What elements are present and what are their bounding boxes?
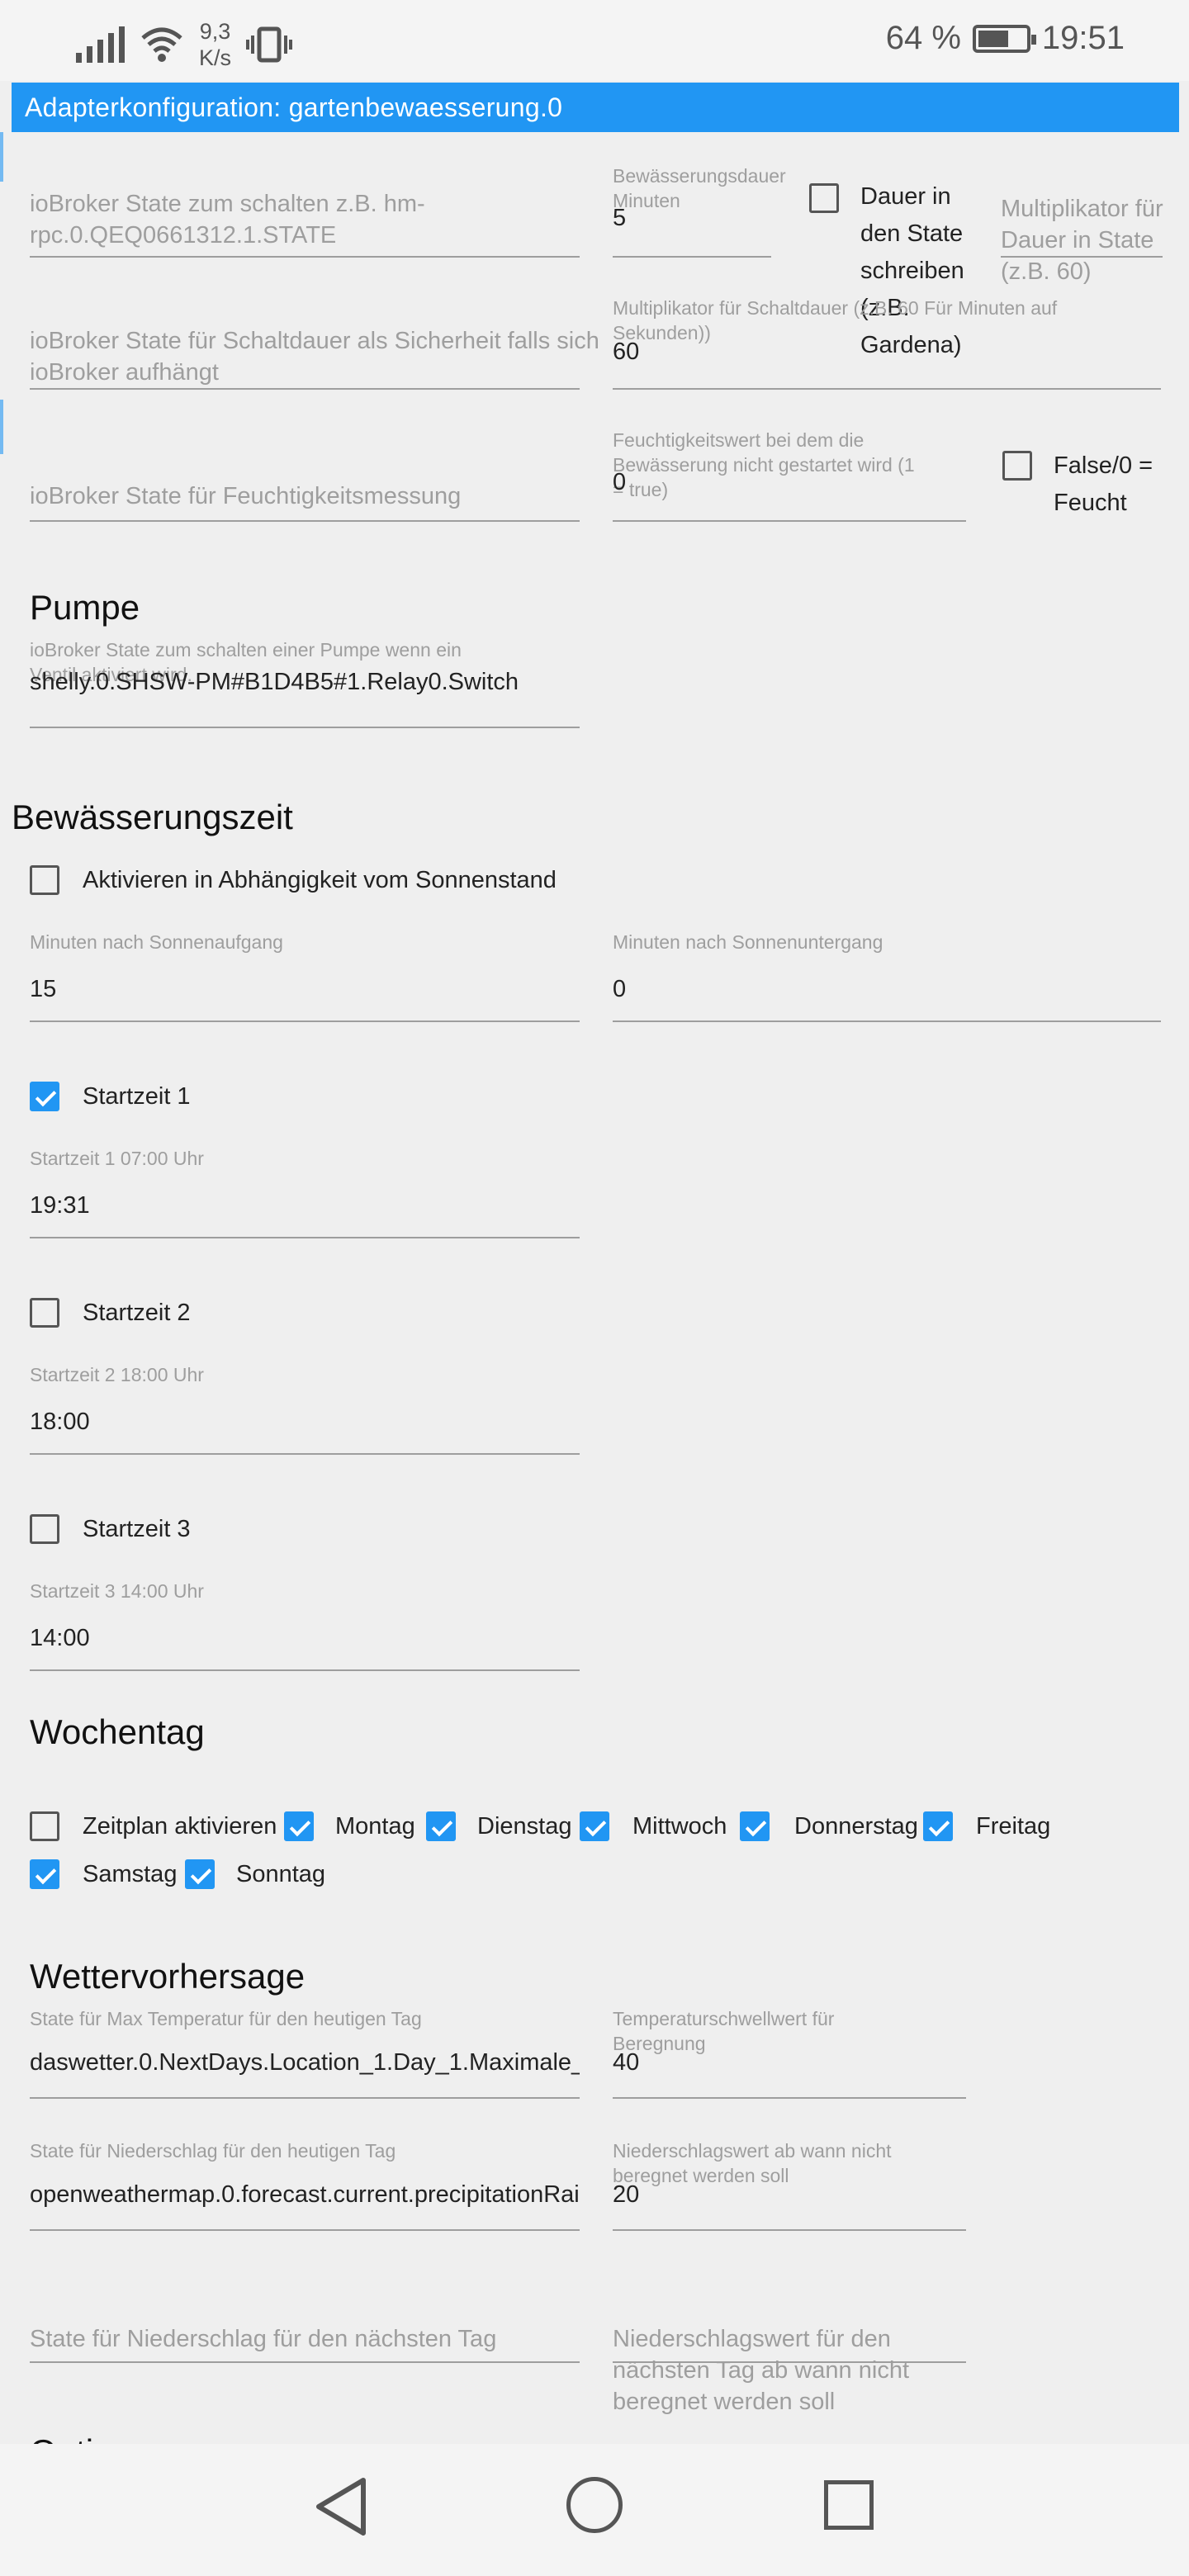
valve-state-input[interactable]: ioBroker State zum schalten z.B. hm-rpc.… xyxy=(30,182,580,258)
pump-section-title: Pumpe xyxy=(30,588,140,627)
irrigation-time-section-title: Bewässerungszeit xyxy=(12,798,293,836)
day-checkbox-wednesday[interactable]: Mittwoch xyxy=(580,1811,727,1841)
start1-time-input[interactable]: Startzeit 1 07:00 Uhr 19:31 xyxy=(30,1146,580,1238)
humidity-value-input[interactable]: Feuchtigkeitswert bei dem die Bewässerun… xyxy=(613,428,966,522)
start2-time-input[interactable]: Startzeit 2 18:00 Uhr 18:00 xyxy=(30,1362,580,1455)
checkbox-box[interactable] xyxy=(30,1514,59,1544)
checkbox-box[interactable] xyxy=(809,183,839,213)
weekday-section-title: Wochentag xyxy=(30,1712,205,1751)
max-temp-state-input[interactable]: State für Max Temperatur für den heutige… xyxy=(30,2006,580,2099)
day-checkbox-friday[interactable]: Freitag xyxy=(923,1811,1050,1841)
sunset-minutes-input[interactable]: Minuten nach Sonnenuntergang 0 xyxy=(613,930,1161,1022)
day-checkbox-saturday[interactable]: Samstag xyxy=(30,1859,177,1889)
signal-icon xyxy=(76,26,125,63)
checkbox-box[interactable] xyxy=(185,1859,215,1889)
multiplier-input[interactable]: Multiplikator für Dauer in State (z.B. 6… xyxy=(1001,196,1163,285)
rain-threshold-input[interactable]: Niederschlagswert ab wann nicht beregnet… xyxy=(613,2138,966,2231)
checkbox-box[interactable] xyxy=(30,1298,59,1328)
checkbox-box[interactable] xyxy=(30,865,59,895)
wifi-icon xyxy=(141,27,182,62)
day-checkbox-thursday[interactable]: Donnerstag xyxy=(740,1811,918,1841)
checkbox-box[interactable] xyxy=(923,1811,953,1841)
false-wet-checkbox[interactable]: False/0 = Feucht xyxy=(1002,451,1177,522)
pump-state-input[interactable]: ioBroker State zum schalten einer Pumpe … xyxy=(30,637,580,728)
checkbox-box[interactable] xyxy=(30,1082,59,1111)
humidity-state-input[interactable]: ioBroker State für Feuchtigkeitsmessung xyxy=(30,446,580,522)
temp-threshold-input[interactable]: Temperaturschwellwert für Beregnung 40 xyxy=(613,2006,966,2099)
back-icon[interactable] xyxy=(314,2477,368,2536)
day-checkbox-tuesday[interactable]: Dienstag xyxy=(426,1811,571,1841)
sunrise-minutes-input[interactable]: Minuten nach Sonnenaufgang 15 xyxy=(30,930,580,1022)
config-form: ioBroker State zum schalten z.B. hm-rpc.… xyxy=(0,132,1189,2444)
rain-next-state-input[interactable]: State für Niederschlag für den nächsten … xyxy=(30,2271,580,2363)
sun-checkbox[interactable]: Aktivieren in Abhängigkeit vom Sonnensta… xyxy=(30,865,557,895)
battery-percent: 64 % xyxy=(885,20,961,56)
checkbox-box[interactable] xyxy=(30,1859,59,1889)
status-left: 9,3 K/s xyxy=(76,18,293,71)
schedule-checkbox[interactable]: Zeitplan aktivieren xyxy=(30,1811,277,1841)
page-title: Adapterkonfiguration: gartenbewaesserung… xyxy=(12,83,1179,132)
status-right: 64 % 19:51 xyxy=(886,20,1125,57)
duration-input[interactable]: Bewässerungsdauer Minuten 5 xyxy=(613,163,786,258)
checkbox-box[interactable] xyxy=(284,1811,314,1841)
battery-icon xyxy=(972,24,1036,53)
clock: 19:51 xyxy=(1041,20,1125,56)
status-bar: 9,3 K/s 64 % 19:51 xyxy=(0,0,1189,81)
checkbox-box[interactable] xyxy=(740,1811,770,1841)
rain-today-state-input[interactable]: State für Niederschlag für den heutigen … xyxy=(30,2138,580,2231)
checkbox-box[interactable] xyxy=(580,1811,609,1841)
vibrate-icon xyxy=(246,26,293,63)
checkbox-box[interactable] xyxy=(426,1811,456,1841)
day-checkbox-sunday[interactable]: Sonntag xyxy=(185,1859,325,1889)
rain-next-threshold-input[interactable]: Niederschlagswert für den nächsten Tag a… xyxy=(613,2271,966,2415)
checkbox-box[interactable] xyxy=(30,1811,59,1841)
safety-state-input[interactable]: ioBroker State für Schaltdauer als Siche… xyxy=(30,328,599,390)
checkbox-box[interactable] xyxy=(1002,451,1032,481)
switch-multiplier-input[interactable]: Multiplikator für Schaltdauer (z.B. 60 F… xyxy=(613,296,1161,390)
network-speed: 9,3 K/s xyxy=(199,19,232,70)
day-checkbox-monday[interactable]: Montag xyxy=(284,1811,415,1841)
recents-icon[interactable] xyxy=(824,2480,874,2530)
start3-checkbox[interactable]: Startzeit 3 xyxy=(30,1514,191,1544)
start2-checkbox[interactable]: Startzeit 2 xyxy=(30,1298,191,1328)
options-section-title: Optionen xyxy=(30,2432,170,2444)
navigation-bar xyxy=(0,2444,1189,2576)
home-icon[interactable] xyxy=(566,2477,623,2533)
start1-checkbox[interactable]: Startzeit 1 xyxy=(30,1082,191,1111)
weather-section-title: Wettervorhersage xyxy=(30,1957,306,1996)
start3-time-input[interactable]: Startzeit 3 14:00 Uhr 14:00 xyxy=(30,1579,580,1671)
